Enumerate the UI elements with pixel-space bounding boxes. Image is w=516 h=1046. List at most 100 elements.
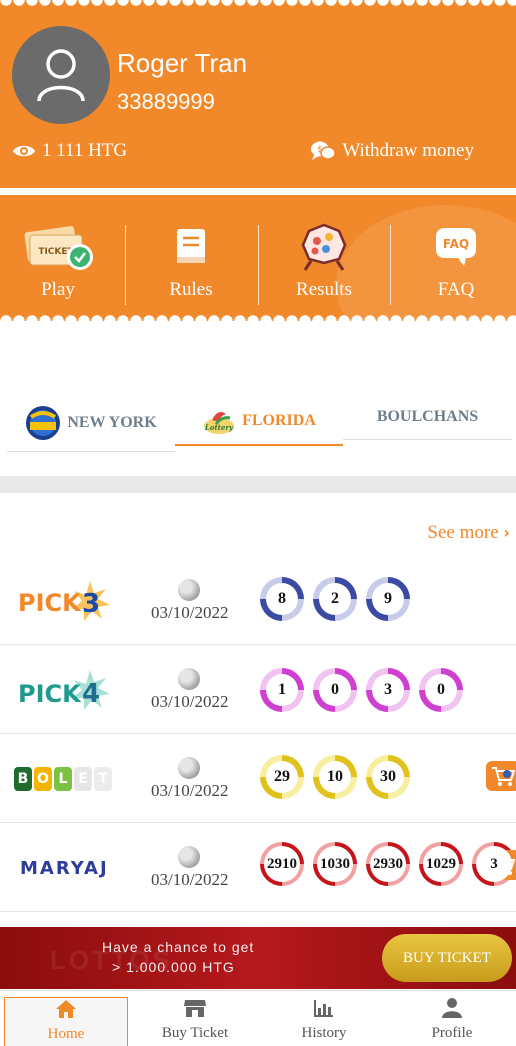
balance[interactable]: 1 111 HTG	[12, 140, 127, 162]
bolet-letter: O	[34, 767, 52, 791]
pick3-logo: PICK 3	[14, 575, 124, 627]
see-more-label: See more	[427, 522, 499, 543]
florida-lottery-logo: Lottery	[204, 412, 234, 434]
moon-icon	[178, 757, 200, 779]
winning-numbers: 2910 1030 2930 1029 3	[260, 842, 516, 886]
draw-date: 03/10/2022	[151, 603, 229, 622]
tab-new-york-label: NEW YORK	[67, 413, 157, 431]
user-name: Roger Tran	[117, 48, 248, 78]
bolet-logo: B O L E T	[14, 753, 124, 805]
pick3-logo-art: PICK 3	[18, 581, 110, 621]
nav-history[interactable]: History	[262, 997, 386, 1046]
number-ball: 3	[366, 668, 410, 712]
number-ball: 0	[419, 668, 463, 712]
buy-ticket-button[interactable]: BUY TICKET	[382, 934, 512, 982]
svg-text:3: 3	[82, 589, 100, 619]
state-tabs: NEW YORK Lottery FLORIDA BOULCHANS	[7, 394, 512, 454]
number-ball: 8	[260, 577, 304, 621]
person-icon	[442, 998, 462, 1018]
book-icon	[177, 229, 205, 263]
store-icon	[184, 1000, 206, 1017]
draw-date: 03/10/2022	[151, 692, 229, 711]
tab-boulchans[interactable]: BOULCHANS	[343, 394, 512, 440]
svg-text:Lottery: Lottery	[204, 423, 234, 432]
number-ball: 29	[260, 755, 304, 799]
menu-results-label: Results	[296, 279, 352, 300]
cart-button[interactable]	[486, 761, 516, 791]
svg-text:PICK: PICK	[18, 589, 82, 617]
faq-icon-text: FAQ	[443, 237, 469, 251]
menu-faq-label: FAQ	[437, 279, 475, 300]
bar-chart-icon	[314, 1000, 333, 1017]
moon-icon	[178, 579, 200, 601]
divider	[258, 225, 259, 305]
nav-history-label: History	[301, 1025, 347, 1041]
number-ball: 30	[366, 755, 410, 799]
winning-numbers: 29 10 30	[260, 755, 410, 799]
tab-florida[interactable]: Lottery FLORIDA	[175, 398, 343, 446]
number-ball: 1	[260, 668, 304, 712]
promo-banner: LOTTOS Have a chance to get > 1.000.000 …	[0, 927, 516, 989]
menu-play-label: Play	[41, 279, 75, 300]
svg-text:PICK: PICK	[18, 680, 82, 708]
nav-home-label: Home	[47, 1026, 85, 1042]
ticket-icon: TICKET	[24, 226, 93, 270]
bolet-letter: E	[74, 767, 92, 791]
number-ball: 1029	[419, 842, 463, 886]
result-row-pick3[interactable]: PICK 3 03/10/2022 8 2 9	[0, 557, 516, 645]
chevron-right-icon: ›	[503, 523, 510, 542]
nav-profile-label: Profile	[431, 1025, 473, 1041]
number-ball: 2930	[366, 842, 410, 886]
avatar[interactable]	[12, 26, 110, 124]
divider	[125, 225, 126, 305]
menu-rules-label: Rules	[169, 279, 213, 300]
menu-play[interactable]: TICKET Play	[8, 223, 108, 303]
pick4-logo: PICK 4	[14, 664, 124, 716]
number-ball: 1030	[313, 842, 357, 886]
nav-profile[interactable]: Profile	[390, 997, 514, 1046]
user-phone: 33889999	[117, 89, 215, 114]
user-card: Roger Tran 33889999 1 111 HTG $ Withdraw…	[0, 0, 516, 188]
result-row-maryaj[interactable]: MARYAJ 03/10/2022 2910 1030 2930 1029 3	[0, 824, 516, 912]
new-york-lottery-logo	[26, 405, 61, 440]
money-chat-icon: $	[311, 141, 337, 160]
svg-text:4: 4	[82, 679, 100, 709]
tab-new-york[interactable]: NEW YORK	[7, 394, 175, 452]
withdraw-button[interactable]: $ Withdraw money	[310, 140, 474, 162]
menu-rules[interactable]: Rules	[141, 223, 241, 303]
eye-icon	[13, 145, 35, 157]
result-row-bolet[interactable]: B O L E T 03/10/2022 29 10 30	[0, 735, 516, 823]
number-ball: 2910	[260, 842, 304, 886]
result-row-pick4[interactable]: PICK 4 03/10/2022 1 0 3 0	[0, 646, 516, 734]
lottery-machine-icon	[301, 223, 347, 271]
withdraw-label: Withdraw money	[342, 140, 474, 161]
nav-home[interactable]: Home	[4, 997, 128, 1046]
bolet-letter: T	[94, 767, 112, 791]
tab-boulchans-label: BOULCHANS	[376, 407, 479, 425]
tab-florida-label: FLORIDA	[242, 412, 316, 429]
pick4-logo-art: PICK 4	[18, 670, 110, 710]
quick-menu: TICKET Play Rules Results FAQ FAQ	[0, 195, 516, 321]
maryaj-logo-text: MARYAJ	[20, 857, 109, 879]
bolet-letter: B	[14, 767, 32, 791]
bolet-letter: L	[54, 767, 72, 791]
see-more-link[interactable]: See more ›	[427, 522, 510, 544]
cart-icon	[492, 767, 516, 786]
menu-faq[interactable]: FAQ FAQ	[406, 223, 506, 303]
promo-line-1: Have a chance to get	[102, 939, 255, 955]
nav-buy-ticket-label: Buy Ticket	[161, 1025, 229, 1041]
winning-numbers: 1 0 3 0	[260, 668, 463, 712]
maryaj-logo: MARYAJ	[14, 842, 124, 894]
home-icon	[56, 1000, 76, 1018]
bottom-nav: Home Buy Ticket History Profile	[0, 990, 516, 1046]
nav-buy-ticket[interactable]: Buy Ticket	[133, 997, 257, 1046]
ticket-edge	[0, 0, 516, 6]
moon-icon	[178, 846, 200, 868]
number-ball: 9	[366, 577, 410, 621]
menu-results[interactable]: Results	[274, 223, 374, 303]
number-ball: 10	[313, 755, 357, 799]
user-icon	[37, 49, 85, 102]
number-ball: 2	[313, 577, 357, 621]
ticket-edge	[0, 315, 516, 321]
balance-value: 1 111 HTG	[42, 140, 128, 161]
